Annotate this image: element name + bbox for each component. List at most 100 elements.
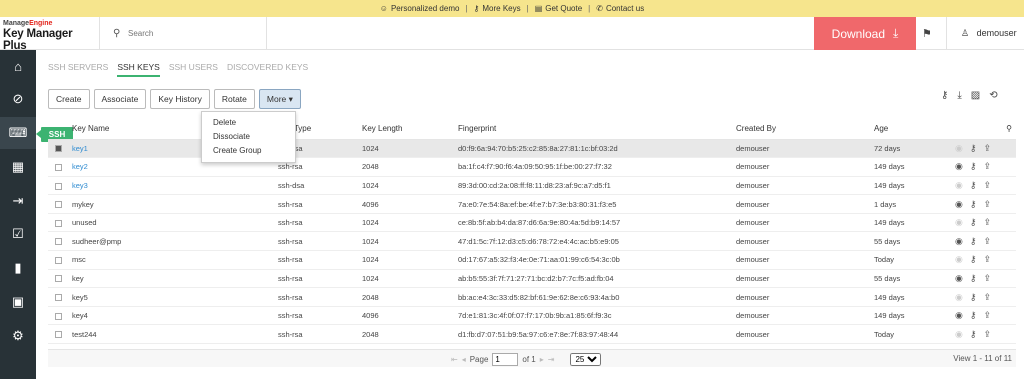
tab-ssh-servers[interactable]: SSH SERVERS [48,62,108,77]
tasks-icon[interactable]: ☑ [0,218,36,250]
logo[interactable]: ManageEngine Key Manager Plus [3,20,98,52]
table-row[interactable]: sudheer@pmp ssh-rsa 1024 47:d1:5c:7f:12:d3:… [48,231,1016,252]
key-icon[interactable]: ⚷ [970,329,977,339]
key-icon[interactable]: ⚷ [970,292,977,302]
more-button[interactable]: More ▾ [258,89,301,109]
row-checkbox[interactable] [55,294,62,302]
table-row[interactable]: key1ssh-rsa1024d0:f9:6a:94:70:b5:25:c2:8… [48,139,1016,159]
tab-ssh-keys[interactable]: SSH KEYS [117,62,160,77]
key-icon[interactable]: ⚷ [970,254,977,264]
search-input[interactable] [128,24,258,43]
export-icon[interactable]: ⇪ [983,217,991,227]
view-icon[interactable]: ◉ [955,143,963,153]
chart-icon[interactable]: ▨ [971,90,980,101]
key-icon[interactable]: ⚷ [970,180,977,190]
create-group-menu-item[interactable]: Create Group [202,144,295,158]
export-icon[interactable]: ⇪ [983,161,991,171]
certificates-icon[interactable]: ▦ [0,151,36,183]
export-icon[interactable]: ⇪ [983,292,991,302]
search-icon[interactable]: ⚲ [113,28,120,39]
table-row[interactable]: unused ssh-rsa 1024 ce:8b:5f:ab:b4:da:87:d6… [48,213,1016,233]
key-icon[interactable]: ⚷ [970,199,977,209]
row-checkbox[interactable] [55,163,62,171]
key-name[interactable]: key2 [72,162,88,171]
ssh-nav-icon[interactable]: ⌨ [0,117,36,149]
export-icon[interactable]: ⇪ [983,273,991,283]
export-icon[interactable]: ⇪ [983,310,991,320]
contact-us-link[interactable]: Contact us [606,4,644,13]
calendar-icon[interactable]: ▣ [0,286,36,318]
user-menu[interactable]: ♙ demouser [961,28,1017,39]
dissociate-menu-item[interactable]: Dissociate [202,130,295,144]
reports-icon[interactable]: ▮ [0,252,36,284]
export-icon[interactable]: ⇪ [983,254,991,264]
row-checkbox[interactable] [55,238,62,246]
key-icon[interactable]: ⚷ [941,90,948,101]
prev-page-icon[interactable]: ◂ [462,355,466,364]
row-checkbox[interactable] [55,201,62,209]
table-row[interactable]: key2 ssh-rsa 2048 ba:1f:c4:f7:90:f6:4a:09:5… [48,157,1016,177]
row-checkbox[interactable] [55,331,62,339]
notification-icon[interactable]: ⚑ [922,27,932,40]
settings-icon[interactable]: ⚙ [0,320,36,352]
col-age[interactable]: Age [874,118,944,140]
table-search-icon[interactable]: ⚲ [1006,124,1012,133]
col-created-by[interactable]: Created By [736,118,874,140]
row-checkbox[interactable] [55,312,62,320]
table-row[interactable]: mykey ssh-rsa 4096 7a:e0:7e:54:8a:ef:be:4f:… [48,194,1016,214]
rotate-button[interactable]: Rotate [213,89,255,109]
key-icon[interactable]: ⚷ [970,143,977,153]
key-history-button[interactable]: Key History [150,89,210,109]
more-keys-link[interactable]: More Keys [482,4,520,13]
view-icon[interactable]: ◉ [955,310,963,320]
view-icon[interactable]: ◉ [955,217,963,227]
view-icon[interactable]: ◉ [955,236,963,246]
download-button[interactable]: Download ⤓ [814,17,916,50]
get-quote-link[interactable]: Get Quote [545,4,582,13]
first-page-icon[interactable]: ⇤ [451,355,458,364]
home-icon[interactable]: ⌂ [0,50,36,82]
page-size-select[interactable]: 25 [570,353,602,366]
export-icon[interactable]: ⇪ [983,143,991,153]
key-name[interactable]: key3 [72,181,88,190]
row-checkbox[interactable] [55,145,62,153]
key-icon[interactable]: ⚷ [970,161,977,171]
key-icon[interactable]: ⚷ [970,310,977,320]
row-checkbox[interactable] [55,182,62,190]
col-key-length[interactable]: Key Length [362,118,458,140]
table-row[interactable]: msc ssh-rsa 1024 0d:17:67:a5:32:f3:4e:0e:71… [48,250,1016,270]
import-icon[interactable]: ⤓ [957,90,961,101]
export-icon[interactable]: ⇪ [983,329,991,339]
view-icon[interactable]: ◉ [955,180,963,190]
table-row[interactable]: key5 ssh-rsa 2048 bb:ac:e4:3c:33:d5:82:bf:6… [48,287,1016,307]
row-checkbox[interactable] [55,275,62,283]
export-icon[interactable]: ⇪ [983,199,991,209]
table-row[interactable]: key4 ssh-rsa 4096 7d:e1:81:3c:4f:0f:07:f7:1… [48,306,1016,326]
col-fingerprint[interactable]: Fingerprint [458,118,736,140]
view-icon[interactable]: ◉ [955,161,963,171]
tab-discovered-keys[interactable]: DISCOVERED KEYS [227,62,308,77]
history-icon[interactable]: ⟲ [989,90,997,101]
tab-ssh-users[interactable]: SSH USERS [169,62,218,77]
page-number-input[interactable] [492,353,519,366]
key-name[interactable]: key1 [72,144,88,153]
key-icon[interactable]: ⚷ [970,236,977,246]
view-icon[interactable]: ◉ [955,273,963,283]
table-row[interactable]: test244 ssh-rsa 2048 d1:fb:d7:07:51:b9:5a:9… [48,324,1016,345]
associate-button[interactable]: Associate [93,89,147,109]
table-row[interactable]: key3 ssh-dsa 1024 89:3d:00:cd:2a:08:ff:f8:1… [48,176,1016,196]
key-icon[interactable]: ⚷ [970,217,977,227]
delete-menu-item[interactable]: Delete [202,116,295,130]
next-page-icon[interactable]: ▸ [540,355,544,364]
export-icon[interactable]: ⇪ [983,180,991,190]
personalized-demo-link[interactable]: Personalized demo [391,4,459,13]
view-icon[interactable]: ◉ [955,329,963,339]
view-icon[interactable]: ◉ [955,254,963,264]
view-icon[interactable]: ◉ [955,199,963,209]
row-checkbox[interactable] [55,219,62,227]
table-row[interactable]: key ssh-rsa 1024 ab:b5:55:3f:7f:71:27:71:bc… [48,269,1016,289]
view-icon[interactable]: ◉ [955,292,963,302]
last-page-icon[interactable]: ⇥ [548,355,555,364]
create-button[interactable]: Create [48,89,90,109]
row-checkbox[interactable] [55,256,62,264]
